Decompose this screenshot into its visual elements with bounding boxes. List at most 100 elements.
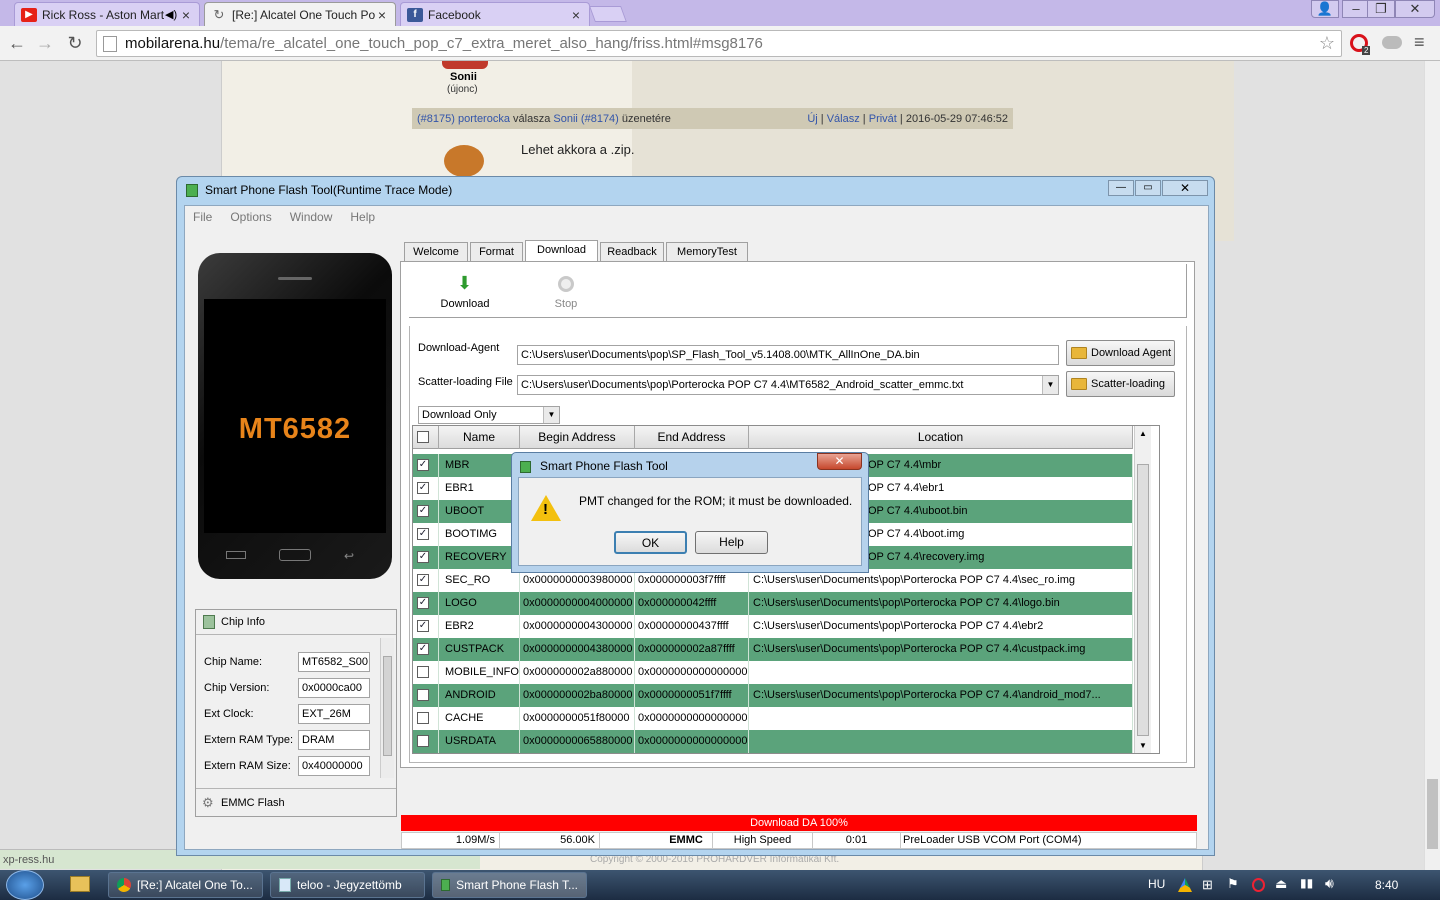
row-checkbox[interactable]: ✓ bbox=[417, 643, 429, 655]
mode-dropdown-icon[interactable]: ▼ bbox=[543, 407, 559, 423]
table-scrollbar[interactable]: ▲ ▼ bbox=[1134, 426, 1151, 753]
language-indicator[interactable]: HU bbox=[1148, 877, 1165, 891]
taskbar-flash-tool[interactable]: Smart Phone Flash T... bbox=[432, 872, 587, 898]
author-link[interactable]: porterocka bbox=[458, 113, 510, 125]
post-ref-link[interactable]: (#8175) bbox=[417, 113, 455, 125]
address-bar[interactable]: mobilarena.hu/tema/re_alcatel_one_touch_… bbox=[96, 30, 1342, 57]
header-location[interactable]: Location bbox=[749, 426, 1133, 449]
menu-file[interactable]: File bbox=[193, 210, 212, 224]
download-button[interactable]: ⬇ Download bbox=[431, 274, 499, 314]
stop-button[interactable]: Stop bbox=[541, 274, 591, 314]
start-button[interactable] bbox=[6, 870, 44, 900]
row-checkbox[interactable]: ✓ bbox=[417, 482, 429, 494]
row-checkbox[interactable] bbox=[417, 712, 429, 724]
scatter-file-select[interactable]: C:\Users\user\Documents\pop\Porterocka P… bbox=[517, 375, 1059, 395]
close-tab-icon[interactable]: × bbox=[179, 7, 193, 23]
cloud-extension-icon[interactable] bbox=[1382, 36, 1402, 49]
browser-tab-facebook[interactable]: f Facebook × bbox=[400, 2, 590, 26]
scroll-down-icon[interactable]: ▼ bbox=[1135, 738, 1151, 753]
close-tab-icon[interactable]: × bbox=[375, 7, 389, 23]
menu-icon[interactable]: ≡ bbox=[1414, 32, 1425, 53]
explorer-icon[interactable] bbox=[70, 876, 90, 892]
username-sonii[interactable]: Sonii bbox=[450, 71, 477, 83]
ext-clock-field[interactable]: EXT_26M bbox=[298, 704, 370, 724]
table-scroll-thumb[interactable] bbox=[1137, 464, 1149, 736]
menu-help[interactable]: Help bbox=[350, 210, 375, 224]
row-checkbox[interactable]: ✓ bbox=[417, 597, 429, 609]
tab-readback[interactable]: Readback bbox=[600, 242, 664, 262]
header-end-address[interactable]: End Address bbox=[635, 426, 749, 449]
table-row[interactable]: ✓ LOGO 0x0000000004000000 0x000000042ffff C:… bbox=[413, 592, 1133, 615]
row-checkbox[interactable] bbox=[417, 666, 429, 678]
download-agent-field[interactable]: C:\Users\user\Documents\pop\SP_Flash_Too… bbox=[517, 345, 1059, 365]
usb-icon[interactable]: ⏏ bbox=[1275, 876, 1287, 892]
tab-format[interactable]: Format bbox=[470, 242, 523, 262]
private-link[interactable]: Privát bbox=[869, 113, 897, 125]
scatter-loading-button[interactable]: Scatter-loading bbox=[1066, 371, 1175, 397]
row-checkbox[interactable] bbox=[417, 689, 429, 701]
browser-tab-youtube[interactable]: ▶ Rick Ross - Aston Mart ◀) × bbox=[14, 2, 200, 26]
chip-version-field[interactable]: 0x0000ca00 bbox=[298, 678, 370, 698]
table-row[interactable]: USRDATA 0x0000000065880000 0x0000000000000… bbox=[413, 730, 1133, 753]
close-window-button[interactable]: ✕ bbox=[1395, 0, 1435, 18]
target-user-link[interactable]: Sonii bbox=[553, 113, 577, 125]
ram-size-field[interactable]: 0x40000000 bbox=[298, 756, 370, 776]
chip-name-field[interactable]: MT6582_S00 bbox=[298, 652, 370, 672]
opera-tray-icon[interactable] bbox=[1252, 878, 1265, 892]
clock[interactable]: 8:40 bbox=[1375, 878, 1398, 892]
user-icon[interactable]: 👤 bbox=[1311, 0, 1339, 18]
header-name[interactable]: Name bbox=[439, 426, 520, 449]
reload-icon[interactable]: ↻ bbox=[64, 32, 86, 54]
reply-link[interactable]: Válasz bbox=[827, 113, 860, 125]
scroll-up-icon[interactable]: ▲ bbox=[1135, 426, 1151, 442]
scatter-dropdown-icon[interactable]: ▼ bbox=[1042, 376, 1058, 394]
app-minimize-button[interactable]: — bbox=[1108, 180, 1134, 196]
tab-download[interactable]: Download bbox=[525, 240, 598, 263]
menu-options[interactable]: Options bbox=[230, 210, 271, 224]
taskbar-chrome[interactable]: [Re:] Alcatel One To... bbox=[108, 872, 263, 898]
drive-icon[interactable] bbox=[1178, 878, 1192, 892]
target-ref-link[interactable]: (#8174) bbox=[581, 113, 619, 125]
row-checkbox[interactable]: ✓ bbox=[417, 505, 429, 517]
app-maximize-button[interactable]: ▭ bbox=[1135, 180, 1161, 196]
row-checkbox[interactable]: ✓ bbox=[417, 620, 429, 632]
row-checkbox[interactable]: ✓ bbox=[417, 574, 429, 586]
browser-tab-alcatel[interactable]: ↻ [Re:] Alcatel One Touch Po × bbox=[204, 2, 396, 26]
close-tab-icon[interactable]: × bbox=[569, 7, 583, 23]
select-all-checkbox[interactable] bbox=[417, 431, 429, 443]
row-checkbox[interactable]: ✓ bbox=[417, 528, 429, 540]
network-icon[interactable]: ▮▮ bbox=[1300, 876, 1313, 890]
new-link[interactable]: Új bbox=[807, 113, 817, 125]
tab-welcome[interactable]: Welcome bbox=[404, 242, 468, 262]
download-agent-button[interactable]: Download Agent bbox=[1066, 340, 1175, 366]
chip-scroll-thumb[interactable] bbox=[383, 656, 392, 756]
minimize-button[interactable]: – bbox=[1342, 0, 1370, 18]
volume-icon[interactable]: 🔊︎ bbox=[1325, 875, 1334, 892]
header-begin-address[interactable]: Begin Address bbox=[520, 426, 635, 449]
chip-info-scrollbar[interactable] bbox=[380, 638, 394, 778]
app-close-button[interactable]: ✕ bbox=[1162, 180, 1208, 196]
header-select-all[interactable] bbox=[413, 426, 439, 449]
table-row[interactable]: MOBILE_INFO 0x000000002a880000 0x000000000… bbox=[413, 661, 1133, 684]
row-checkbox[interactable]: ✓ bbox=[417, 459, 429, 471]
download-mode-select[interactable]: Download Only bbox=[418, 406, 560, 424]
dialog-ok-button[interactable]: OK bbox=[614, 531, 687, 554]
forward-icon[interactable]: → bbox=[34, 32, 56, 54]
table-row[interactable]: ✓ CUSTPACK 0x0000000004380000 0x000000002a8… bbox=[413, 638, 1133, 661]
new-tab-button[interactable] bbox=[589, 6, 627, 22]
bookmark-star-icon[interactable]: ☆ bbox=[1319, 33, 1335, 54]
windows-icon[interactable]: ⊞ bbox=[1202, 877, 1213, 893]
dialog-help-button[interactable]: Help bbox=[695, 531, 768, 554]
menu-window[interactable]: Window bbox=[290, 210, 333, 224]
row-checkbox[interactable]: ✓ bbox=[417, 551, 429, 563]
flag-icon[interactable]: ⚑ bbox=[1227, 876, 1239, 892]
page-scroll-thumb[interactable] bbox=[1427, 779, 1438, 849]
tab-memorytest[interactable]: MemoryTest bbox=[666, 242, 748, 262]
back-icon[interactable]: ← bbox=[6, 32, 28, 54]
taskbar-notepad[interactable]: teloo - Jegyzettömb bbox=[270, 872, 425, 898]
restore-button[interactable]: ❐ bbox=[1367, 0, 1395, 18]
table-row[interactable]: ANDROID 0x000000002ba80000 0x0000000051f7f… bbox=[413, 684, 1133, 707]
page-scrollbar[interactable] bbox=[1424, 61, 1440, 870]
table-row[interactable]: CACHE 0x0000000051f80000 0x000000000000000… bbox=[413, 707, 1133, 730]
dialog-close-button[interactable]: ✕ bbox=[817, 453, 862, 470]
